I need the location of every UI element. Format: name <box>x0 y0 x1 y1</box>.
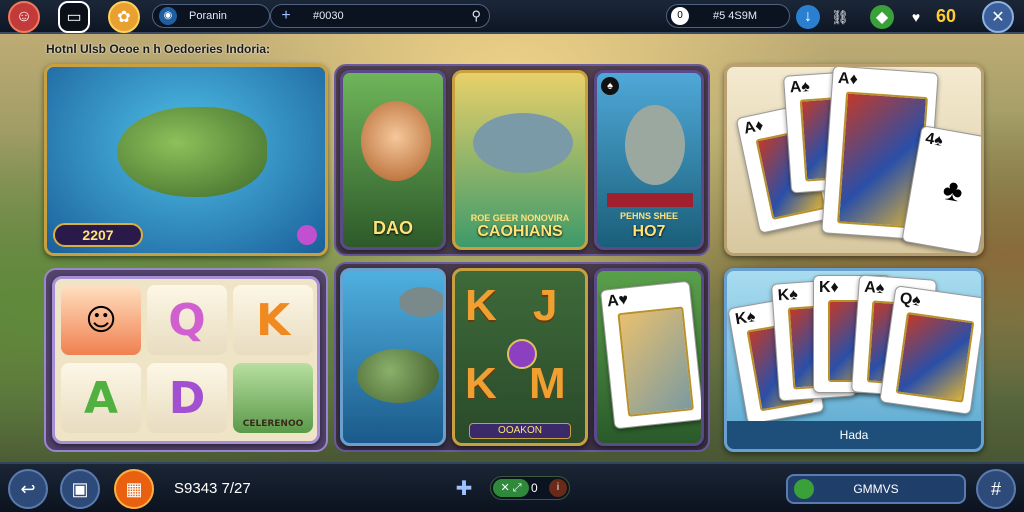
save-icon[interactable]: ▣ <box>60 469 100 509</box>
kjkm-symbol: M <box>529 359 566 408</box>
balance-value: #5 4S9M <box>713 10 758 22</box>
slot-symbol-mascot: ☺ <box>61 285 141 355</box>
bonus-button[interactable]: ▦ <box>114 469 154 509</box>
toggle-value: 0 <box>531 481 538 495</box>
tile-card-hand[interactable]: K♠ K♠ K♦ A♠ Q♠ Hada <box>724 268 984 452</box>
search-field[interactable]: ◉ Poranin <box>152 4 270 28</box>
location-icon: ◉ <box>159 7 177 25</box>
fish-hook-label: CAOHIANS <box>477 223 563 240</box>
grid-icon[interactable]: # <box>976 469 1016 509</box>
heart-icon[interactable]: ♥ <box>904 5 928 29</box>
fish-illustration <box>473 113 573 173</box>
character-illustration <box>361 101 431 181</box>
info-icon: i <box>549 479 567 497</box>
fish-jump-meter <box>607 193 693 207</box>
puzzle-icon[interactable]: ✚ <box>452 476 476 500</box>
fish-illustration <box>117 107 267 197</box>
spade-icon: ♠ <box>601 77 619 95</box>
back-icon[interactable]: ↩ <box>8 469 48 509</box>
kjkm-label: OOAKON <box>469 423 571 439</box>
fish-illustration <box>625 105 685 185</box>
tile-fish-jackpot[interactable]: 2207 <box>44 64 328 256</box>
bottom-bar: ↩ ▣ ▦ S9343 7/27 ✚ ✕ ⤢ 0 i GMMVS # <box>0 462 1024 512</box>
tile-kjkm[interactable]: K J K M OOAKON <box>452 268 588 446</box>
tile-card-table[interactable]: A♦ A♠ A♦ 4♠ ♣ <box>724 64 984 256</box>
slot-symbol: K <box>233 285 313 355</box>
kjkm-symbol: K <box>465 359 497 408</box>
chat-icon[interactable]: ▭ <box>58 1 90 33</box>
gem-icon <box>507 339 537 369</box>
fish-illustration <box>357 349 439 403</box>
tile-card-fish[interactable]: A♥ <box>594 268 704 446</box>
card-hand-label: Hada <box>727 421 981 449</box>
games-button[interactable]: GMMVS <box>786 474 966 504</box>
link-icon[interactable]: ⛓ <box>828 5 852 29</box>
slot-symbol: A <box>61 363 141 433</box>
bottom-balance: S9343 7/27 <box>174 480 251 497</box>
add-field[interactable]: + #0030 ⚲ <box>270 4 490 28</box>
tile-mermaid[interactable]: DAO <box>340 70 446 250</box>
kjkm-symbol: J <box>533 281 558 330</box>
slot-symbol-fish: CELERENOO <box>233 363 313 433</box>
download-icon[interactable]: ↓ <box>796 5 820 29</box>
tile-catfish[interactable] <box>340 268 446 446</box>
page-subtitle: Hotnl Ulsb Oeoe n h Oedoeries Indoria: <box>46 42 271 56</box>
top-bar: ☺ ▭ ✿ ◉ Poranin + #0030 ⚲ 0 #5 4S9M ↓ ⛓ … <box>0 0 1024 34</box>
coin-icon: 0 <box>671 7 689 25</box>
fish-hook-caption: ROE GEER NONOVIRA <box>470 213 570 223</box>
fish-illustration <box>399 287 443 317</box>
tile-fish-hook[interactable]: ROE GEER NONOVIRA CAOHIANS <box>452 70 588 250</box>
playing-card: Q♠ <box>879 285 981 415</box>
toggle-icon: ✕ ⤢ <box>493 479 529 497</box>
avatar[interactable]: ☺ <box>8 1 40 33</box>
gem-icon <box>794 479 814 499</box>
slot-symbol: D <box>147 363 227 433</box>
mermaid-label: DAO <box>373 218 413 238</box>
slot-reel-label: CELERENOO <box>242 419 304 429</box>
profile-avatar[interactable]: ✿ <box>108 1 140 33</box>
close-icon[interactable]: ✕ <box>982 1 1014 33</box>
gem-icon[interactable]: ◆ <box>870 5 894 29</box>
fish-jump-badge: PEHNS SHEE <box>619 211 679 221</box>
balance-pill: 0 #5 4S9M <box>666 4 790 28</box>
playing-card: A♥ <box>599 280 701 430</box>
search-icon[interactable]: ⚲ <box>471 8 481 24</box>
coins-count: 60 <box>936 6 957 26</box>
jackpot-badge: 2207 <box>53 223 143 247</box>
tile-fish-jump[interactable]: ♠ PEHNS SHEE HO7 <box>594 70 704 250</box>
plus-icon: + <box>281 7 291 24</box>
add-value: #0030 <box>313 10 344 22</box>
toggle-pill[interactable]: ✕ ⤢ 0 i <box>490 476 570 500</box>
games-button-label: GMMVS <box>853 482 899 496</box>
gem-icon <box>297 225 317 245</box>
slot-symbol: Q <box>147 285 227 355</box>
search-value: Poranin <box>189 10 227 22</box>
kjkm-symbol: K <box>465 281 497 330</box>
tile-slot-reel[interactable]: ☺ Q K A D CELERENOO <box>52 276 320 444</box>
fish-jump-label: HO7 <box>632 223 666 240</box>
